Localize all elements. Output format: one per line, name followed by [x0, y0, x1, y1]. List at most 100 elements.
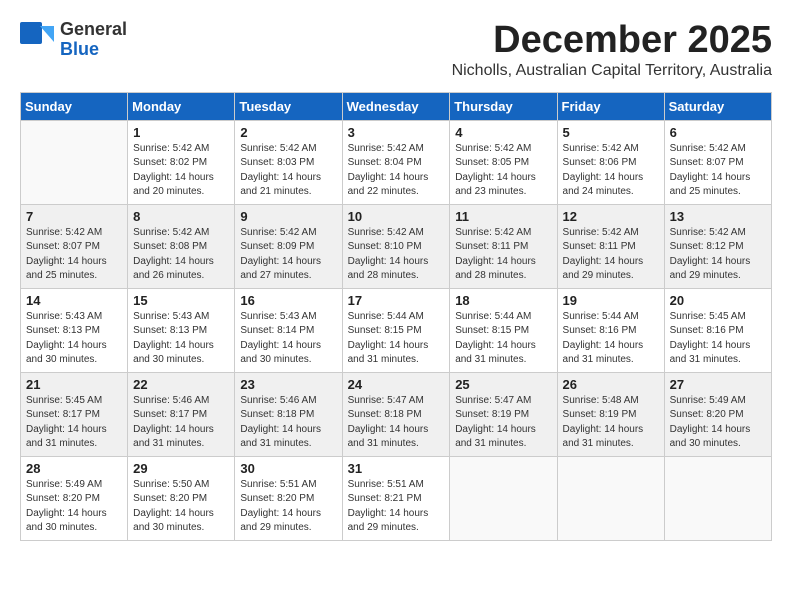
table-row: 19 Sunrise: 5:44 AM Sunset: 8:16 PM Dayli… — [557, 288, 664, 372]
table-row: 16 Sunrise: 5:43 AM Sunset: 8:14 PM Dayli… — [235, 288, 342, 372]
table-row: 11 Sunrise: 5:42 AM Sunset: 8:11 PM Dayli… — [450, 204, 557, 288]
day-number: 8 — [133, 209, 229, 224]
day-number: 13 — [670, 209, 766, 224]
day-number: 4 — [455, 125, 551, 140]
table-row: 2 Sunrise: 5:42 AM Sunset: 8:03 PM Daylig… — [235, 120, 342, 204]
col-monday: Monday — [128, 92, 235, 120]
day-number: 22 — [133, 377, 229, 392]
day-info: Sunrise: 5:47 AM Sunset: 8:19 PM Dayligh… — [455, 394, 551, 452]
day-number: 29 — [133, 461, 229, 476]
calendar-week-row: 7 Sunrise: 5:42 AM Sunset: 8:07 PM Daylig… — [21, 204, 772, 288]
table-row — [450, 456, 557, 540]
table-row: 3 Sunrise: 5:42 AM Sunset: 8:04 PM Daylig… — [342, 120, 450, 204]
day-info: Sunrise: 5:43 AM Sunset: 8:13 PM Dayligh… — [26, 310, 122, 368]
day-info: Sunrise: 5:43 AM Sunset: 8:14 PM Dayligh… — [240, 310, 336, 368]
day-info: Sunrise: 5:51 AM Sunset: 8:21 PM Dayligh… — [348, 478, 445, 536]
day-info: Sunrise: 5:42 AM Sunset: 8:09 PM Dayligh… — [240, 226, 336, 284]
day-number: 27 — [670, 377, 766, 392]
day-info: Sunrise: 5:50 AM Sunset: 8:20 PM Dayligh… — [133, 478, 229, 536]
table-row: 18 Sunrise: 5:44 AM Sunset: 8:15 PM Dayli… — [450, 288, 557, 372]
day-number: 25 — [455, 377, 551, 392]
table-row: 5 Sunrise: 5:42 AM Sunset: 8:06 PM Daylig… — [557, 120, 664, 204]
col-thursday: Thursday — [450, 92, 557, 120]
day-number: 23 — [240, 377, 336, 392]
day-number: 19 — [563, 293, 659, 308]
day-number: 12 — [563, 209, 659, 224]
table-row: 25 Sunrise: 5:47 AM Sunset: 8:19 PM Dayli… — [450, 372, 557, 456]
day-info: Sunrise: 5:42 AM Sunset: 8:06 PM Dayligh… — [563, 142, 659, 200]
calendar-week-row: 14 Sunrise: 5:43 AM Sunset: 8:13 PM Dayli… — [21, 288, 772, 372]
day-number: 1 — [133, 125, 229, 140]
logo-icon — [20, 22, 56, 58]
day-number: 17 — [348, 293, 445, 308]
table-row: 10 Sunrise: 5:42 AM Sunset: 8:10 PM Dayli… — [342, 204, 450, 288]
day-info: Sunrise: 5:43 AM Sunset: 8:13 PM Dayligh… — [133, 310, 229, 368]
day-info: Sunrise: 5:42 AM Sunset: 8:12 PM Dayligh… — [670, 226, 766, 284]
day-number: 9 — [240, 209, 336, 224]
calendar-week-row: 21 Sunrise: 5:45 AM Sunset: 8:17 PM Dayli… — [21, 372, 772, 456]
table-row: 28Sunrise: 5:49 AM Sunset: 8:20 PM Dayli… — [21, 456, 128, 540]
table-row: 14 Sunrise: 5:43 AM Sunset: 8:13 PM Dayli… — [21, 288, 128, 372]
day-number: 15 — [133, 293, 229, 308]
logo-blue: Blue — [60, 40, 127, 60]
table-row: 4 Sunrise: 5:42 AM Sunset: 8:05 PM Daylig… — [450, 120, 557, 204]
table-row — [664, 456, 771, 540]
day-info: Sunrise: 5:45 AM Sunset: 8:17 PM Dayligh… — [26, 394, 122, 452]
table-row: 8Sunrise: 5:42 AM Sunset: 8:08 PM Daylig… — [128, 204, 235, 288]
title-section: December 2025 Nicholls, Australian Capit… — [452, 20, 772, 88]
day-info: Sunrise: 5:42 AM Sunset: 8:03 PM Dayligh… — [240, 142, 336, 200]
day-info: Sunrise: 5:44 AM Sunset: 8:16 PM Dayligh… — [563, 310, 659, 368]
day-number: 2 — [240, 125, 336, 140]
day-info: Sunrise: 5:42 AM Sunset: 8:11 PM Dayligh… — [455, 226, 551, 284]
day-info: Sunrise: 5:46 AM Sunset: 8:18 PM Dayligh… — [240, 394, 336, 452]
day-info: Sunrise: 5:42 AM Sunset: 8:04 PM Dayligh… — [348, 142, 445, 200]
day-number: 21 — [26, 377, 122, 392]
day-info: Sunrise: 5:44 AM Sunset: 8:15 PM Dayligh… — [348, 310, 445, 368]
logo: General Blue — [20, 20, 127, 60]
subtitle: Nicholls, Australian Capital Territory, … — [452, 62, 772, 80]
table-row: 24 Sunrise: 5:47 AM Sunset: 8:18 PM Dayli… — [342, 372, 450, 456]
day-info: Sunrise: 5:48 AM Sunset: 8:19 PM Dayligh… — [563, 394, 659, 452]
day-info: Sunrise: 5:47 AM Sunset: 8:18 PM Dayligh… — [348, 394, 445, 452]
day-number: 26 — [563, 377, 659, 392]
day-info: Sunrise: 5:49 AM Sunset: 8:20 PM Dayligh… — [670, 394, 766, 452]
day-info: Sunrise: 5:42 AM Sunset: 8:11 PM Dayligh… — [563, 226, 659, 284]
calendar-header-row: Sunday Monday Tuesday Wednesday Thursday… — [21, 92, 772, 120]
day-number: 3 — [348, 125, 445, 140]
calendar-week-row: 28Sunrise: 5:49 AM Sunset: 8:20 PM Dayli… — [21, 456, 772, 540]
table-row: 30Sunrise: 5:51 AM Sunset: 8:20 PM Dayli… — [235, 456, 342, 540]
table-row: 6 Sunrise: 5:42 AM Sunset: 8:07 PM Daylig… — [664, 120, 771, 204]
logo-general: General — [60, 20, 127, 40]
day-number: 7 — [26, 209, 122, 224]
col-friday: Friday — [557, 92, 664, 120]
day-number: 16 — [240, 293, 336, 308]
table-row: 12 Sunrise: 5:42 AM Sunset: 8:11 PM Dayli… — [557, 204, 664, 288]
table-row: 7 Sunrise: 5:42 AM Sunset: 8:07 PM Daylig… — [21, 204, 128, 288]
table-row: 23 Sunrise: 5:46 AM Sunset: 8:18 PM Dayli… — [235, 372, 342, 456]
table-row: 29 Sunrise: 5:50 AM Sunset: 8:20 PM Dayli… — [128, 456, 235, 540]
calendar-table: Sunday Monday Tuesday Wednesday Thursday… — [20, 92, 772, 541]
table-row: 21 Sunrise: 5:45 AM Sunset: 8:17 PM Dayli… — [21, 372, 128, 456]
table-row: 15 Sunrise: 5:43 AM Sunset: 8:13 PM Dayli… — [128, 288, 235, 372]
day-number: 11 — [455, 209, 551, 224]
day-number: 20 — [670, 293, 766, 308]
day-info: Sunrise: 5:42 AM Sunset: 8:07 PM Dayligh… — [26, 226, 122, 284]
day-number: 24 — [348, 377, 445, 392]
day-number: 10 — [348, 209, 445, 224]
day-info: Sunrise: 5:46 AM Sunset: 8:17 PM Dayligh… — [133, 394, 229, 452]
day-info: Sunrise: 5:51 AM Sunset: 8:20 PM Dayligh… — [240, 478, 336, 536]
table-row: 27 Sunrise: 5:49 AM Sunset: 8:20 PM Dayli… — [664, 372, 771, 456]
day-number: 14 — [26, 293, 122, 308]
day-number: 18 — [455, 293, 551, 308]
day-number: 5 — [563, 125, 659, 140]
table-row — [21, 120, 128, 204]
day-info: Sunrise: 5:42 AM Sunset: 8:10 PM Dayligh… — [348, 226, 445, 284]
col-tuesday: Tuesday — [235, 92, 342, 120]
day-info: Sunrise: 5:42 AM Sunset: 8:07 PM Dayligh… — [670, 142, 766, 200]
day-info: Sunrise: 5:42 AM Sunset: 8:05 PM Dayligh… — [455, 142, 551, 200]
day-info: Sunrise: 5:45 AM Sunset: 8:16 PM Dayligh… — [670, 310, 766, 368]
table-row: 20 Sunrise: 5:45 AM Sunset: 8:16 PM Dayli… — [664, 288, 771, 372]
table-row: 17 Sunrise: 5:44 AM Sunset: 8:15 PM Dayli… — [342, 288, 450, 372]
day-info: Sunrise: 5:44 AM Sunset: 8:15 PM Dayligh… — [455, 310, 551, 368]
day-number: 6 — [670, 125, 766, 140]
